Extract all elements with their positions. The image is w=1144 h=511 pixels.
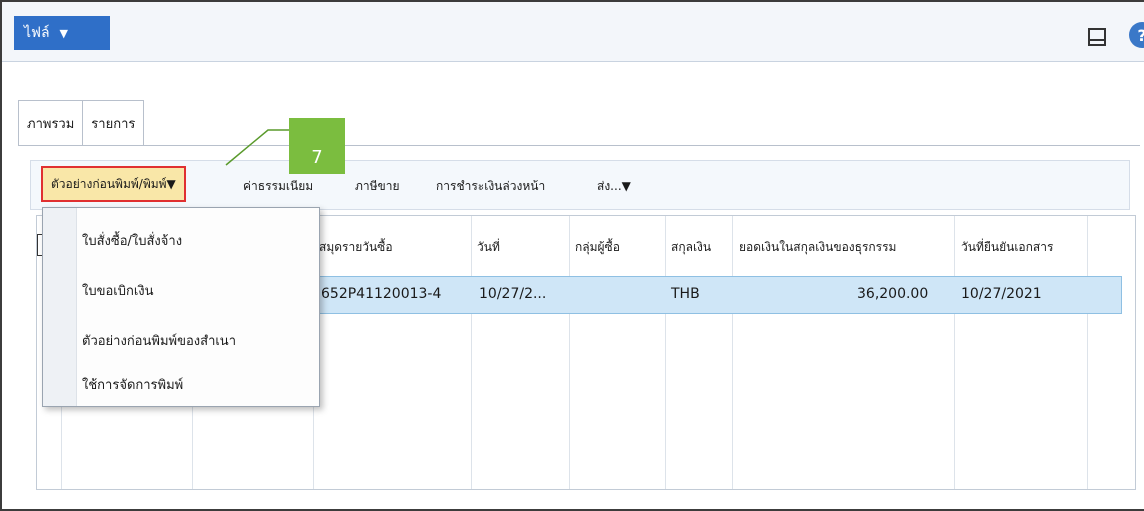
column-header-journal[interactable]: สมุดรายวันซื้อ xyxy=(319,238,393,257)
cell-journal: 652P41120013-4 xyxy=(321,286,442,302)
preview-print-button[interactable]: ตัวอย่างก่อนพิมพ์/พิมพ์▼ xyxy=(41,166,186,202)
column-header-confirm-date[interactable]: วันที่ยืนยันเอกสาร xyxy=(961,238,1053,257)
top-bar: ไฟล์ ▼ ? xyxy=(2,2,1144,62)
file-menu-button[interactable]: ไฟล์ ▼ xyxy=(14,16,110,50)
column-header-currency[interactable]: สกุลเงิน xyxy=(671,238,711,257)
action-toolbar: ตัวอย่างก่อนพิมพ์/พิมพ์▼ ค่าธรรมเนียม ภา… xyxy=(30,160,1130,210)
column-divider xyxy=(569,216,570,489)
column-header-amount[interactable]: ยอดเงินในสกุลเงินของธุรกรรม xyxy=(739,238,896,257)
menu-item-purchase-order[interactable]: ใบสั่งซื้อ/ใบสั่งจ้าง xyxy=(77,220,319,260)
file-menu-label: ไฟล์ xyxy=(24,25,50,41)
column-divider xyxy=(1087,216,1088,489)
cell-amount: 36,200.00 xyxy=(857,286,929,302)
column-divider xyxy=(665,216,666,489)
tab-divider xyxy=(18,145,1140,146)
tab-lines[interactable]: รายการ xyxy=(82,100,145,146)
step-callout: 7 xyxy=(289,118,345,174)
preview-print-dropdown: ใบสั่งซื้อ/ใบสั่งจ้าง ใบขอเบิกเงิน ตัวอย… xyxy=(42,207,320,407)
column-divider xyxy=(732,216,733,489)
tab-overview[interactable]: ภาพรวม xyxy=(18,100,83,146)
menu-item-print-management[interactable]: ใช้การจัดการพิมพ์ xyxy=(77,364,319,404)
column-divider xyxy=(471,216,472,489)
menu-item-withdrawal-request[interactable]: ใบขอเบิกเงิน xyxy=(77,270,319,310)
panel-layout-icon[interactable] xyxy=(1088,28,1106,46)
cell-date: 10/27/2... xyxy=(479,286,547,302)
column-header-buyer-group[interactable]: กลุ่มผู้ซื้อ xyxy=(575,238,620,257)
help-icon[interactable]: ? xyxy=(1129,22,1144,48)
chevron-down-icon: ▼ xyxy=(59,26,69,40)
sales-tax-button[interactable]: ภาษีขาย xyxy=(355,177,400,196)
send-button[interactable]: ส่ง...▼ xyxy=(597,177,631,196)
column-header-date[interactable]: วันที่ xyxy=(477,238,500,257)
menu-item-copy-preview[interactable]: ตัวอย่างก่อนพิมพ์ของสำเนา xyxy=(77,320,319,360)
cell-confirm-date: 10/27/2021 xyxy=(961,286,1042,302)
column-divider xyxy=(954,216,955,489)
tab-strip: ภาพรวม รายการ xyxy=(18,100,145,146)
cell-currency: THB xyxy=(671,286,700,302)
menu-icon-gutter xyxy=(43,208,77,406)
prepayment-button[interactable]: การชำระเงินล่วงหน้า xyxy=(436,177,545,196)
fees-button[interactable]: ค่าธรรมเนียม xyxy=(243,177,313,196)
